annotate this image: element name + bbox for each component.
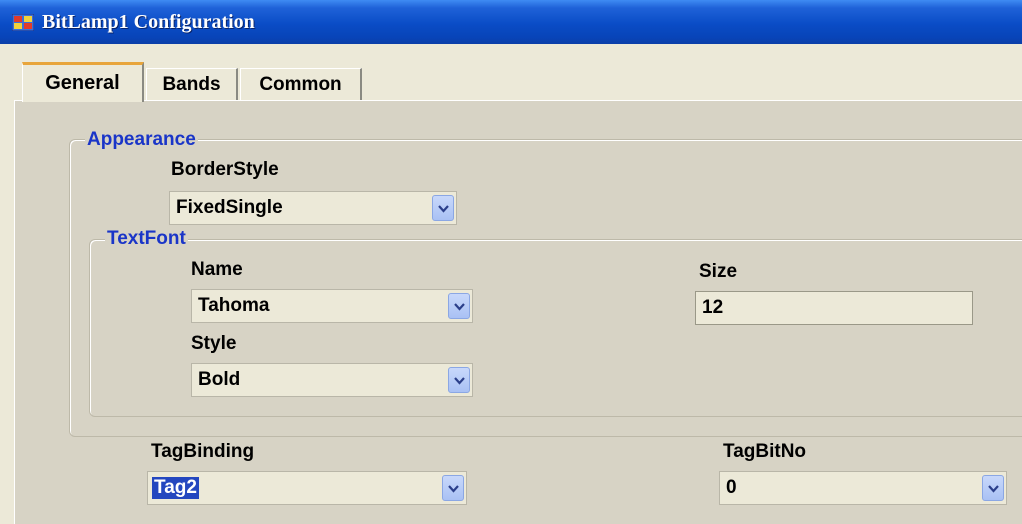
- border-style-dropdown[interactable]: FixedSingle: [169, 191, 457, 225]
- tab-bands[interactable]: Bands: [146, 68, 238, 100]
- tag-binding-dropdown[interactable]: Tag2: [147, 471, 467, 505]
- dialog-client-area: General Bands Common Appearance BorderSt…: [8, 44, 1022, 524]
- app-window-icon: [11, 13, 35, 32]
- font-style-value: Bold: [198, 369, 241, 390]
- tag-bit-no-label: TagBitNo: [723, 441, 807, 462]
- font-style-dropdown[interactable]: Bold: [191, 363, 473, 397]
- border-style-label: BorderStyle: [171, 159, 279, 180]
- tag-binding-label: TagBinding: [151, 441, 255, 462]
- tab-common[interactable]: Common: [240, 68, 362, 100]
- tab-general[interactable]: General: [22, 62, 144, 102]
- font-style-label: Style: [191, 333, 237, 354]
- tab-label: General: [45, 72, 120, 94]
- tag-bit-no-dropdown[interactable]: 0: [719, 471, 1007, 505]
- window-title: BitLamp1 Configuration: [42, 11, 255, 33]
- tag-bit-no-value: 0: [726, 477, 737, 498]
- font-size-label: Size: [699, 261, 738, 282]
- text-font-legend: TextFont: [105, 228, 188, 250]
- border-style-value: FixedSingle: [176, 197, 283, 218]
- config-dialog: BitLamp1 Configuration General Bands Com…: [0, 0, 1022, 524]
- chevron-down-icon[interactable]: [982, 475, 1004, 501]
- tab-label: Common: [259, 74, 342, 95]
- tag-binding-value: Tag2: [152, 477, 199, 499]
- appearance-legend: Appearance: [85, 129, 198, 151]
- chevron-down-icon[interactable]: [442, 475, 464, 501]
- font-size-value: 12: [702, 297, 724, 318]
- font-name-value: Tahoma: [198, 295, 270, 316]
- tab-label: Bands: [162, 74, 221, 95]
- chevron-down-icon[interactable]: [432, 195, 454, 221]
- chevron-down-icon[interactable]: [448, 293, 470, 319]
- title-bar[interactable]: BitLamp1 Configuration: [0, 0, 1022, 44]
- chevron-down-icon[interactable]: [448, 367, 470, 393]
- general-tab-panel: Appearance BorderStyle FixedSingle TextF…: [14, 100, 1022, 524]
- font-name-label: Name: [191, 259, 243, 280]
- font-name-dropdown[interactable]: Tahoma: [191, 289, 473, 323]
- font-size-field[interactable]: 12: [695, 291, 973, 325]
